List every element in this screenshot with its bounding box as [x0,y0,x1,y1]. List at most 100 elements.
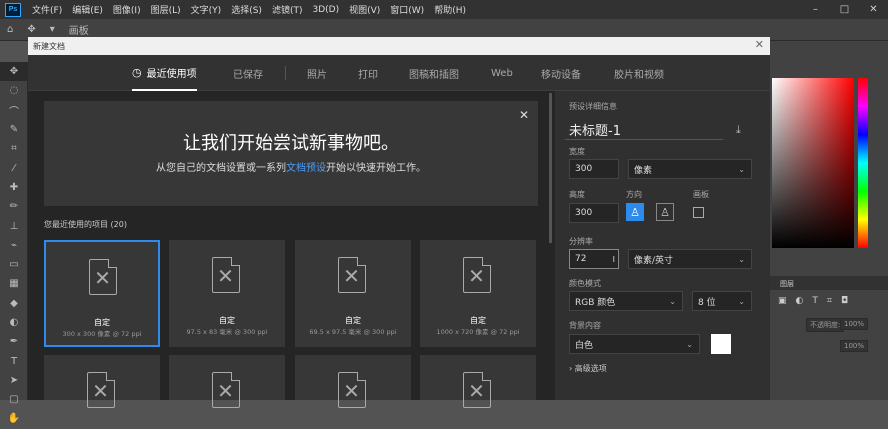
document-icon: ✕ [212,372,240,408]
gradient-tool-icon[interactable]: ▦ [0,274,28,293]
artboard-checkbox[interactable] [693,207,704,218]
tab-art-illustration[interactable]: 图稿和插图 [409,55,459,91]
move-tool-icon[interactable]: ✥ [27,24,35,35]
banner-close-icon[interactable]: ✕ [519,108,529,122]
window-controls: – □ ✕ [801,0,888,19]
type-filter-icon[interactable]: T [812,296,818,306]
history-brush-icon[interactable]: ⌁ [0,236,28,255]
orientation-label: 方向 [626,190,642,199]
document-name-input[interactable]: 未标题-1 [565,120,723,140]
menu-image[interactable]: 图像(I) [108,3,146,16]
marquee-tool-icon[interactable]: ◌ [0,81,28,100]
menu-select[interactable]: 选择(S) [226,3,267,16]
bit-depth-value: 8 位 [698,297,716,308]
image-filter-icon[interactable]: ▣ [778,296,787,306]
tab-saved[interactable]: 已保存 [233,55,263,91]
advanced-options-toggle[interactable]: › 高级选项 [569,363,607,374]
menu-file[interactable]: 文件(F) [27,3,67,16]
resolution-unit-select[interactable]: 像素/英寸 ⌄ [628,249,752,269]
menu-filter[interactable]: 滤镜(T) [267,3,308,16]
tab-film-video[interactable]: 胶片和视频 [614,55,664,91]
menu-3d[interactable]: 3D(D) [307,5,344,15]
fill-input[interactable]: 100% [840,340,868,352]
menu-help[interactable]: 帮助(H) [429,3,471,16]
opacity-input[interactable]: 100% [840,318,868,330]
background-color-swatch[interactable] [711,334,731,354]
healing-brush-icon[interactable]: ✚ [0,178,28,197]
color-mode-select[interactable]: RGB 颜色 ⌄ [569,291,683,311]
portrait-icon[interactable]: ♙ [626,203,644,221]
width-unit-select[interactable]: 像素 ⌄ [628,159,752,179]
layers-panel-tab[interactable]: 图层 [770,276,888,290]
home-icon[interactable]: ⌂ [7,24,13,35]
type-tool-icon[interactable]: T [0,351,28,370]
background-select[interactable]: 白色 ⌄ [569,334,700,354]
dodge-tool-icon[interactable]: ◐ [0,313,28,332]
eraser-tool-icon[interactable]: ▭ [0,255,28,274]
landscape-icon[interactable]: ♙ [656,203,674,221]
move-tool-icon[interactable]: ✥ [0,62,28,82]
card-size: 1000 x 720 像素 @ 72 ppi [436,328,520,336]
document-presets-link[interactable]: 文档预设 [286,163,326,174]
blur-tool-icon[interactable]: ◆ [0,294,28,313]
hue-slider[interactable] [858,78,868,248]
width-input[interactable]: 300 [569,159,619,179]
tab-mobile[interactable]: 移动设备 [541,55,581,91]
maximize-button[interactable]: □ [830,0,859,19]
path-selection-icon[interactable]: ➤ [0,371,28,390]
recent-card[interactable]: ✕ [169,355,285,408]
resolution-unit-value: 像素/英寸 [634,255,674,266]
dropdown-icon[interactable]: ▾ [50,24,55,35]
tab-separator [285,66,286,80]
height-label: 高度 [569,190,585,199]
height-input[interactable]: 300 [569,203,619,223]
recent-card[interactable]: ✕ [295,355,411,408]
pen-tool-icon[interactable]: ✒ [0,332,28,351]
card-name: 自定 [94,318,110,327]
recent-card[interactable]: ✕ 自定 300 x 300 像素 @ 72 ppi [44,240,160,347]
dialog-close-icon[interactable]: ✕ [755,38,764,51]
close-app-button[interactable]: ✕ [859,0,888,19]
eyedropper-icon[interactable]: ⁄ [0,158,28,177]
width-label: 宽度 [569,147,585,156]
clone-stamp-icon[interactable]: ⊥ [0,216,28,235]
adjustment-filter-icon[interactable]: ◐ [796,296,804,306]
tab-recent[interactable]: ◷ 最近使用项 [132,55,197,91]
tab-print[interactable]: 打印 [358,55,378,91]
brush-tool-icon[interactable]: ✏ [0,197,28,216]
save-preset-icon[interactable]: ⤓ [736,123,741,137]
document-icon: ✕ [212,257,240,293]
resolution-input[interactable]: 72 I [569,249,619,269]
magic-wand-icon[interactable]: ✎ [0,120,28,139]
recent-card[interactable]: ✕ [44,355,160,408]
menu-edit[interactable]: 编辑(E) [67,3,108,16]
recent-card[interactable]: ✕ 自定 69.5 x 97.5 毫米 @ 300 ppi [295,240,411,347]
artboard-mode[interactable]: 画板 [69,22,89,37]
details-header: 预设详细信息 [569,102,617,111]
bit-depth-select[interactable]: 8 位 ⌄ [692,291,752,311]
tab-web[interactable]: Web [491,55,513,91]
document-icon: ✕ [338,257,366,293]
card-size: 69.5 x 97.5 毫米 @ 300 ppi [309,328,397,336]
recent-card[interactable]: ✕ 自定 1000 x 720 像素 @ 72 ppi [420,240,536,347]
banner-title: 让我们开始尝试新事物吧。 [183,133,399,154]
document-icon: ✕ [463,257,491,293]
recent-card[interactable]: ✕ 自定 97.5 x 83 毫米 @ 300 ppi [169,240,285,347]
hand-tool-icon[interactable]: ✋ [0,409,28,428]
smart-object-filter-icon[interactable]: ◘ [841,296,848,306]
lasso-tool-icon[interactable]: ⌒ [0,101,28,120]
document-icon: ✕ [338,372,366,408]
menu-window[interactable]: 窗口(W) [385,3,429,16]
preset-details-panel: 预设详细信息 未标题-1 ⤓ 宽度 300 像素 ⌄ 高度 300 方向 ♙ ♙… [555,91,770,400]
crop-tool-icon[interactable]: ⌗ [0,139,28,158]
color-picker-field[interactable] [772,78,854,248]
recent-scrollbar[interactable] [549,93,552,243]
menu-type[interactable]: 文字(Y) [186,3,227,16]
tab-photo[interactable]: 照片 [307,55,327,91]
recent-card[interactable]: ✕ [420,355,536,408]
shape-filter-icon[interactable]: ⌗ [827,296,832,306]
menu-view[interactable]: 视图(V) [344,3,385,16]
minimize-button[interactable]: – [801,0,830,19]
card-name: 自定 [345,316,361,325]
menu-layer[interactable]: 图层(L) [146,3,186,16]
